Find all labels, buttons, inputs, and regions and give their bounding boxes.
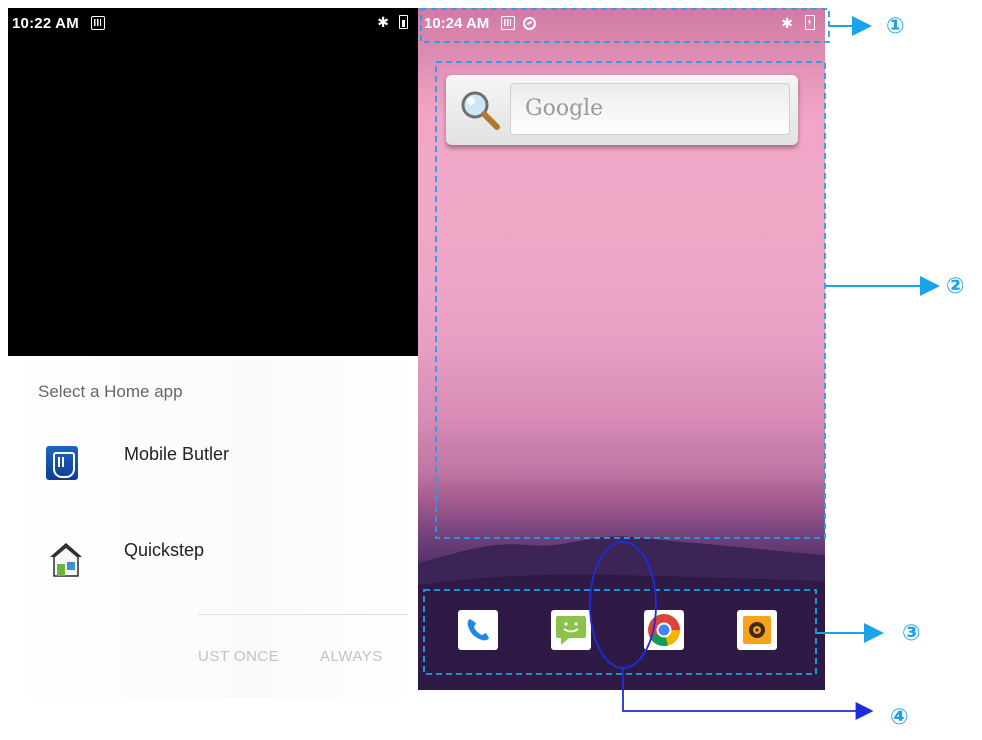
phone-app-icon[interactable] [458, 610, 498, 650]
status-time: 10:24 AM [424, 14, 490, 32]
chooser-title: Select a Home app [38, 382, 183, 401]
annotation-label-3: ③ [902, 620, 921, 645]
music-icon[interactable] [737, 610, 777, 650]
battery-charging-icon [805, 15, 815, 30]
dimmed-background [8, 38, 418, 356]
quickstep-house-icon [46, 538, 82, 577]
google-search-widget[interactable]: Google [446, 75, 798, 145]
bluetooth-icon: ✱ [377, 14, 389, 30]
just-once-button[interactable]: UST ONCE [198, 648, 279, 665]
divider [198, 614, 408, 615]
messaging-icon[interactable] [551, 610, 591, 650]
annotation-label-4: ④ [890, 704, 909, 729]
chrome-icon[interactable] [644, 610, 684, 650]
sim-card-icon [501, 16, 516, 30]
status-bar: 10:24 AM ✱ [418, 8, 825, 38]
home-screen: 10:24 AM ✱ Google [418, 8, 825, 690]
chooser-item-label: Mobile Butler [124, 444, 230, 464]
home-app-chooser-sheet: Select a Home app Mobile Butler Quickste… [8, 356, 418, 698]
bluetooth-icon: ✱ [781, 14, 793, 31]
annotation-label-2: ② [946, 273, 965, 298]
chooser-item-quickstep[interactable]: Quickstep [8, 526, 418, 586]
mobile-butler-icon [46, 442, 82, 480]
search-icon [461, 91, 500, 130]
status-time: 10:22 AM [12, 14, 79, 32]
always-button[interactable]: ALWAYS [320, 648, 383, 665]
search-input[interactable]: Google [510, 83, 790, 135]
chooser-item-mobile-butler[interactable]: Mobile Butler [8, 430, 418, 490]
sim-card-icon [90, 16, 105, 30]
chooser-item-label: Quickstep [124, 540, 205, 560]
status-bar: 10:22 AM ✱ [8, 8, 418, 38]
left-phone-screen: 10:22 AM ✱ Select a Home app Mobile Butl… [8, 8, 418, 698]
sync-icon [523, 16, 537, 30]
battery-icon [399, 15, 408, 29]
search-placeholder: Google [525, 96, 604, 121]
annotation-label-1: ① [886, 13, 905, 38]
